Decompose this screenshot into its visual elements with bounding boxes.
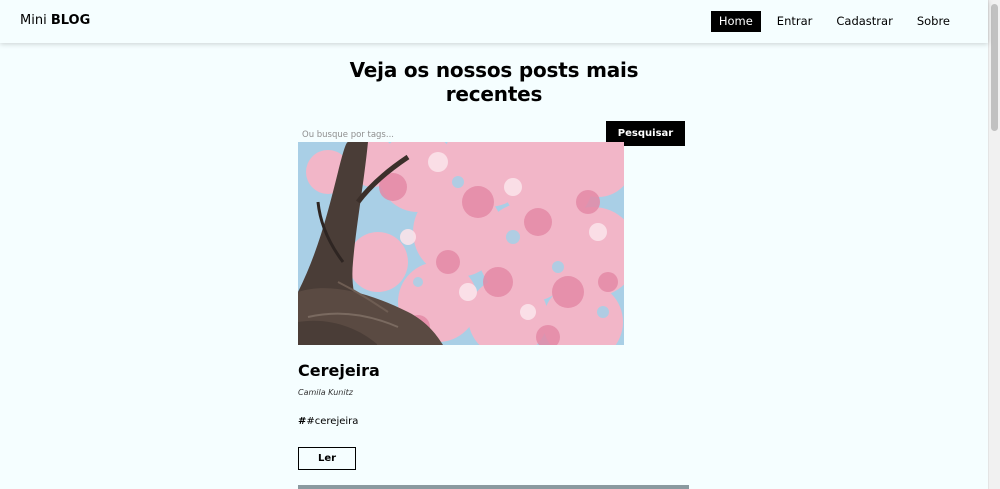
scrollbar[interactable]: [988, 0, 1000, 489]
scrollbar-thumb[interactable]: [991, 4, 998, 131]
page-title: Veja os nossos posts mais recentes: [349, 58, 639, 106]
post-title[interactable]: Cerejeira: [298, 361, 380, 381]
nav-home[interactable]: Home: [710, 11, 761, 32]
post-author: Camila Kunitz: [298, 388, 353, 397]
brand-bold: BLOG: [50, 13, 91, 28]
post-image: [298, 142, 624, 345]
navbar: Mini BLOG Home Entrar Cadastrar Sobre: [0, 0, 988, 43]
brand-logo[interactable]: Mini BLOG: [20, 13, 90, 29]
nav-entrar[interactable]: Entrar: [769, 11, 821, 32]
main-content: Veja os nossos posts mais recentes Pesqu…: [298, 43, 690, 489]
main-nav: Home Entrar Cadastrar Sobre: [703, 11, 958, 32]
nav-sobre[interactable]: Sobre: [909, 11, 958, 32]
next-post-preview: [298, 485, 689, 489]
read-button[interactable]: Ler: [298, 447, 356, 470]
brand-prefix: Mini: [20, 13, 51, 28]
nav-cadastrar[interactable]: Cadastrar: [828, 11, 900, 32]
post-tags: ##cerejeira: [298, 416, 358, 427]
tag-label[interactable]: #cerejeira: [306, 416, 358, 427]
